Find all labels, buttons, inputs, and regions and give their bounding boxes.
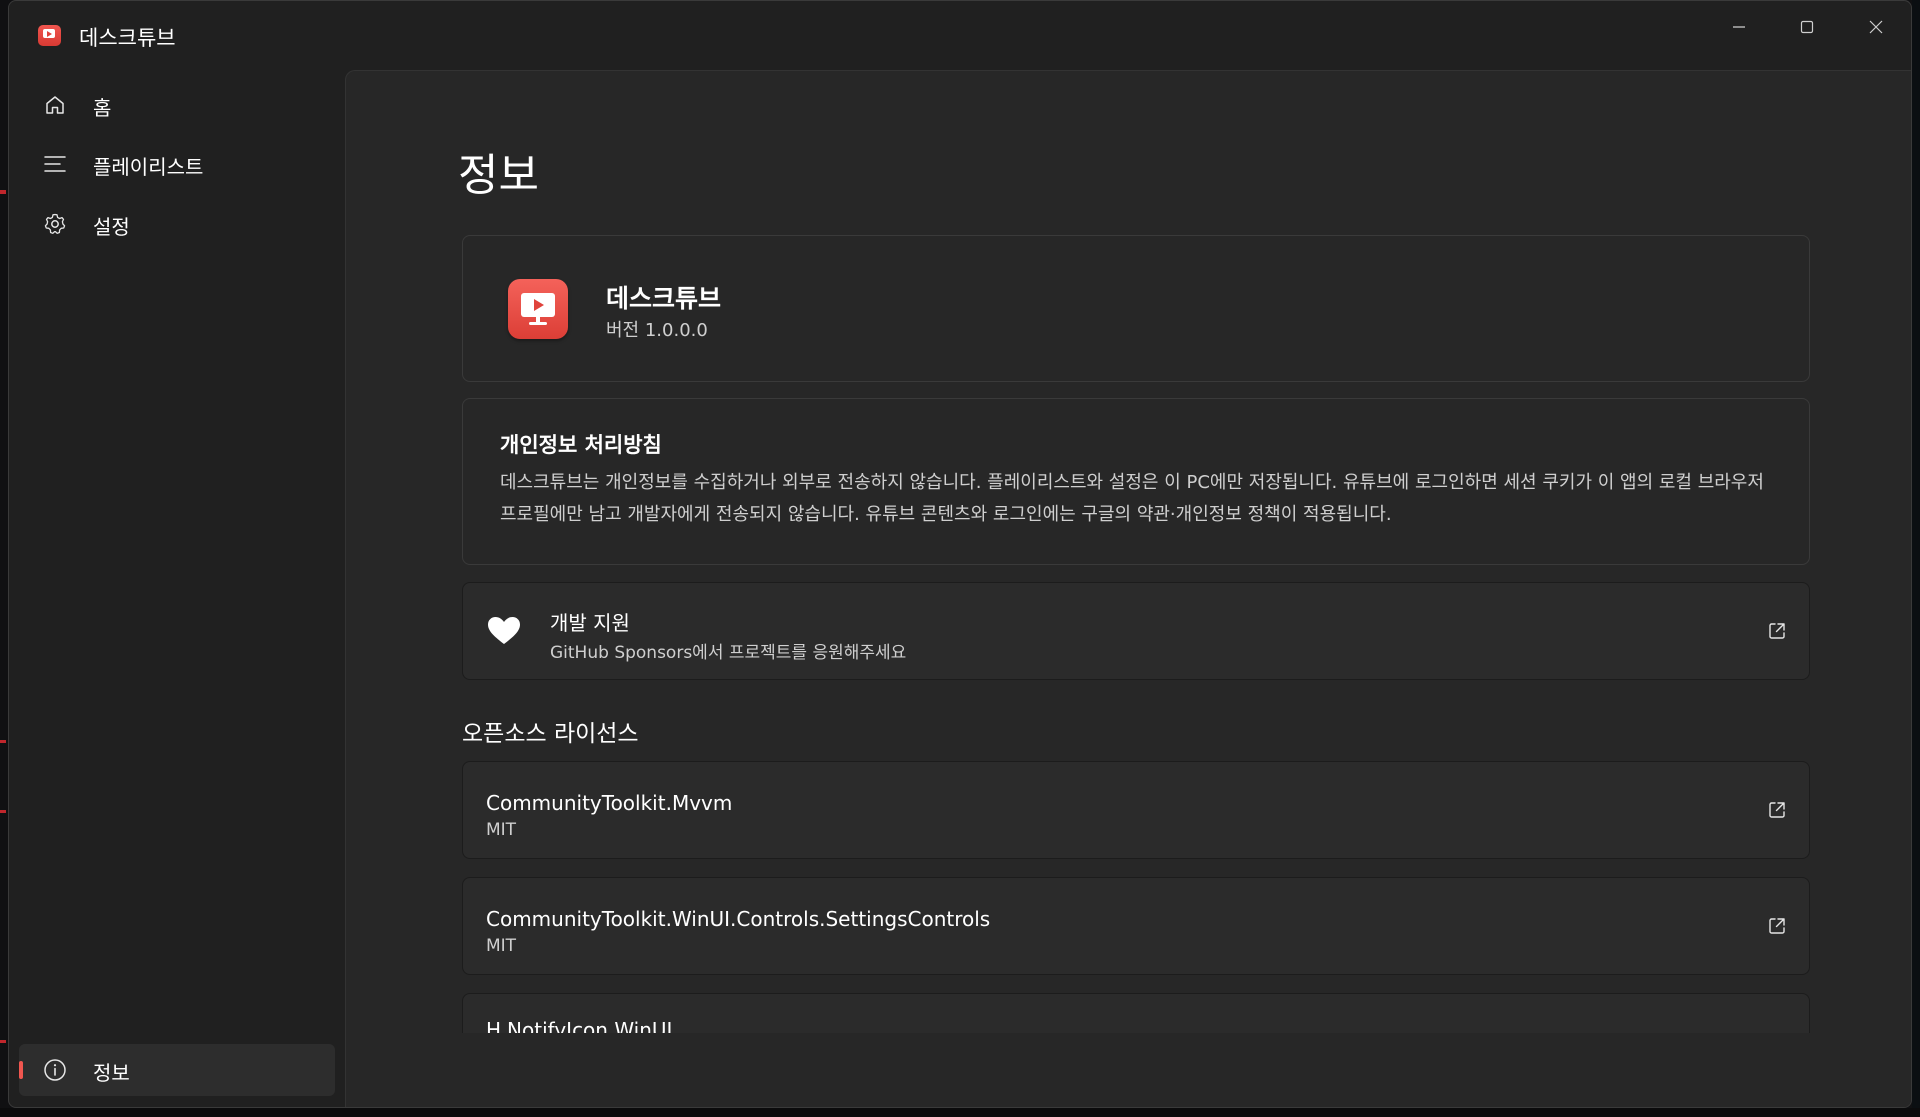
external-link-icon — [1769, 802, 1785, 818]
license-name: H.NotifyIcon.WinUI — [486, 1018, 673, 1033]
list-icon — [44, 156, 66, 172]
home-icon — [46, 96, 64, 114]
app-name: 데스크튜브 — [606, 284, 722, 313]
nav-label: 정보 — [93, 1061, 130, 1085]
nav-label: 설정 — [93, 215, 130, 239]
sponsor-title: 개발 지원 — [550, 611, 630, 635]
page-title: 정보 — [458, 150, 539, 201]
sponsor-subtitle: GitHub Sponsors에서 프로젝트를 응원해주세요 — [550, 643, 907, 663]
scroll-clip: H.NotifyIcon.WinUI — [346, 993, 1911, 1033]
app-version: 버전 1.0.0.0 — [606, 320, 708, 341]
license-type: MIT — [486, 820, 517, 840]
maximize-icon — [1800, 20, 1814, 34]
nav-label: 홈 — [93, 96, 112, 120]
title-bar[interactable]: 데스크튜브 — [9, 1, 1911, 63]
desktop-artifact — [0, 810, 6, 813]
minimize-button[interactable] — [1709, 9, 1769, 45]
license-item[interactable]: CommunityToolkit.Mvvm MIT — [462, 761, 1810, 859]
about-card: 데스크튜브 버전 1.0.0.0 — [462, 235, 1810, 382]
close-icon — [1869, 20, 1883, 34]
privacy-body: 데스크튜브는 개인정보를 수집하거나 외부로 전송하지 않습니다. 플레이리스트… — [500, 472, 1764, 525]
info-icon — [44, 1059, 66, 1081]
app-logo-icon — [508, 279, 568, 339]
desktop-background-bottom — [0, 1108, 1920, 1117]
nav-item-playlist[interactable]: 플레이리스트 — [19, 138, 335, 190]
maximize-button[interactable] — [1777, 9, 1837, 45]
privacy-heading: 개인정보 처리방침 — [500, 433, 662, 457]
content-frame: 정보 데스크튜브 버전 1.0.0.0 개인정보 처리방침 데스크튜브는 개인정… — [345, 70, 1911, 1107]
license-type: MIT — [486, 936, 517, 956]
desktop-artifact — [0, 190, 6, 194]
close-button[interactable] — [1846, 9, 1906, 45]
external-link-icon — [1767, 1032, 1787, 1033]
nav-label: 플레이리스트 — [93, 155, 204, 179]
app-window: 데스크튜브 홈 플레이리스트 설정 정보 정보 데스크튜브 버전 1.0.0.0… — [8, 0, 1912, 1108]
license-item[interactable]: H.NotifyIcon.WinUI — [462, 993, 1810, 1033]
external-link-icon — [1769, 918, 1785, 934]
nav-item-home[interactable]: 홈 — [19, 79, 335, 131]
window-title: 데스크튜브 — [79, 26, 176, 50]
external-link-icon — [1769, 623, 1785, 639]
app-logo-icon — [38, 25, 61, 46]
privacy-policy-card: 개인정보 처리방침 데스크튜브는 개인정보를 수집하거나 외부로 전송하지 않습… — [462, 398, 1810, 565]
desktop-background-right — [1912, 0, 1920, 1117]
desktop-artifact — [0, 740, 6, 743]
license-name: CommunityToolkit.Mvvm — [486, 791, 733, 815]
gear-icon — [44, 213, 66, 234]
license-name: CommunityToolkit.WinUI.Controls.Settings… — [486, 907, 991, 931]
nav-item-settings[interactable]: 설정 — [19, 198, 335, 250]
sponsor-link-card[interactable]: 개발 지원 GitHub Sponsors에서 프로젝트를 응원해주세요 — [462, 582, 1810, 680]
license-item[interactable]: CommunityToolkit.WinUI.Controls.Settings… — [462, 877, 1810, 975]
desktop-artifact — [0, 1040, 6, 1043]
minimize-icon — [1733, 26, 1745, 28]
licenses-section-title: 오픈소스 라이선스 — [462, 721, 639, 747]
nav-item-about[interactable]: 정보 — [19, 1044, 335, 1096]
heart-icon — [488, 617, 520, 644]
